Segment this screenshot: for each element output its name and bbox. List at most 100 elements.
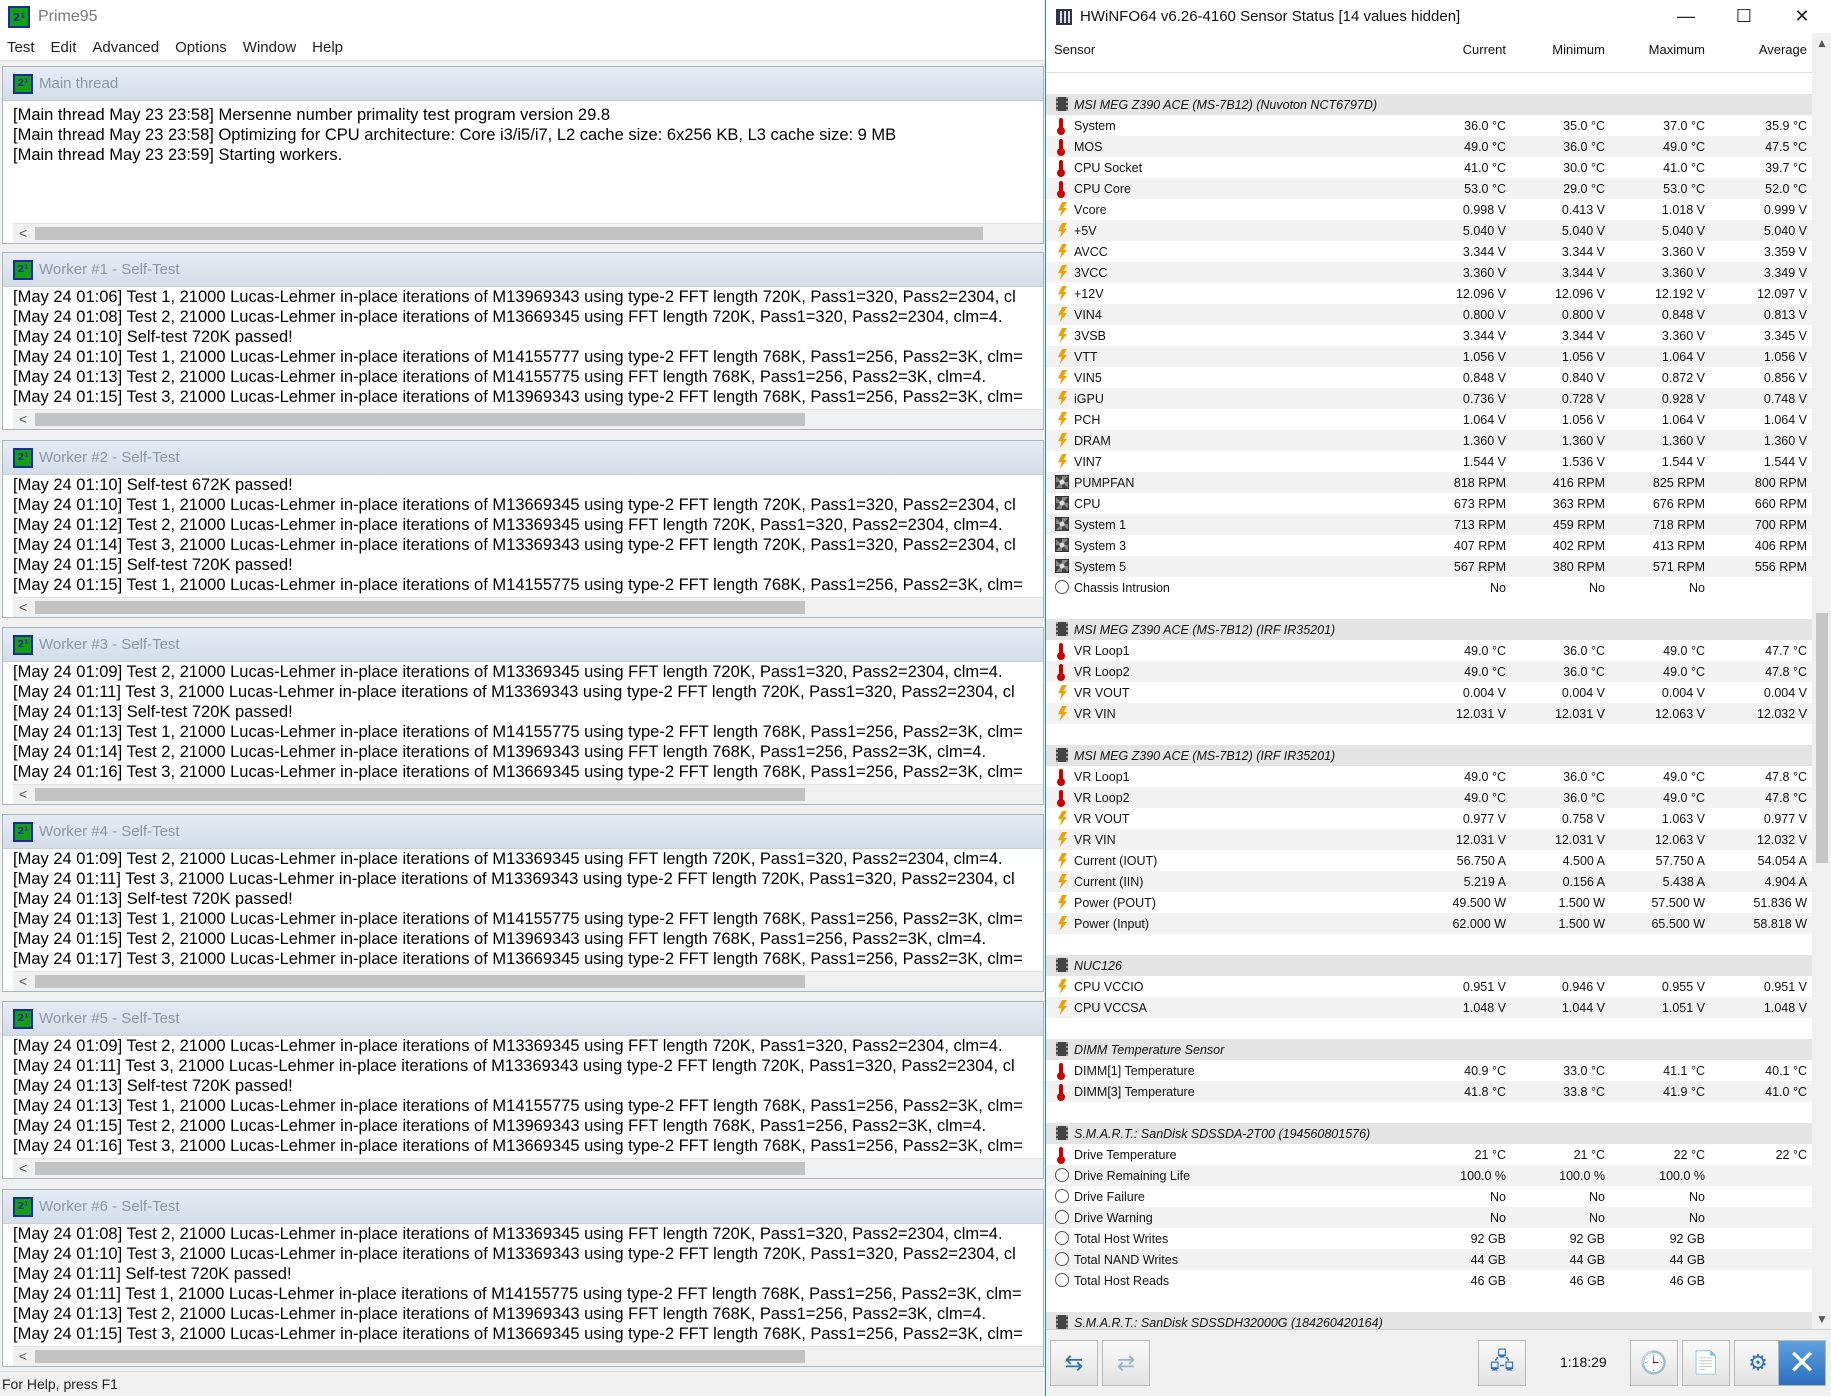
sensor-row[interactable]: CPU 673 RPM 363 RPM 676 RPM 660 RPM <box>1046 493 1812 514</box>
sensor-row[interactable]: VR Loop1 49.0 °C 36.0 °C 49.0 °C 47.7 °C <box>1046 640 1812 661</box>
scrollbar-thumb[interactable] <box>35 227 983 240</box>
sensor-row[interactable]: VR VOUT 0.977 V 0.758 V 1.063 V 0.977 V <box>1046 808 1812 829</box>
scrollbar-thumb[interactable] <box>1816 613 1828 863</box>
sensor-row[interactable]: +12V 12.096 V 12.096 V 12.192 V 12.097 V <box>1046 283 1812 304</box>
sensor-row[interactable]: VR Loop2 49.0 °C 36.0 °C 49.0 °C 47.8 °C <box>1046 787 1812 808</box>
scroll-left-arrow-icon[interactable]: < <box>13 972 33 991</box>
column-current[interactable]: Current <box>1463 42 1506 57</box>
sensor-row[interactable]: Power (Input) 62.000 W 1.500 W 65.500 W 58.8… <box>1046 913 1812 934</box>
sensor-row[interactable]: VIN5 0.848 V 0.840 V 0.872 V 0.856 V <box>1046 367 1812 388</box>
clock-button[interactable]: 🕒 <box>1630 1340 1678 1386</box>
menu-options[interactable]: Options <box>167 39 235 56</box>
menu-test[interactable]: Test <box>0 39 43 56</box>
sensor-row[interactable]: VR VIN 12.031 V 12.031 V 12.063 V 12.032 V <box>1046 829 1812 850</box>
scrollbar-thumb[interactable] <box>35 1350 805 1363</box>
sensor-row[interactable]: Chassis Intrusion No No No <box>1046 577 1812 598</box>
horizontal-scrollbar[interactable]: < <box>13 597 1043 617</box>
column-sensor[interactable]: Sensor <box>1054 42 1095 57</box>
sensor-group-header[interactable]: S.M.A.R.T.: SanDisk SDSSDA-2T00 (1945608… <box>1046 1123 1812 1144</box>
scrollbar-thumb[interactable] <box>35 413 805 426</box>
worker-window[interactable]: 2¹ Worker #4 - Self-Test [May 24 01:09] Te… <box>2 814 1044 992</box>
hwinfo-titlebar[interactable]: HWiNFO64 v6.26-4160 Sensor Status [14 va… <box>1046 0 1831 33</box>
report-button[interactable]: 📄 <box>1682 1340 1730 1386</box>
sensor-row[interactable]: System 3 407 RPM 402 RPM 413 RPM 406 RPM <box>1046 535 1812 556</box>
sensor-row[interactable]: Total NAND Writes 44 GB 44 GB 44 GB <box>1046 1249 1812 1270</box>
scroll-up-arrow-icon[interactable]: ▲ <box>1812 33 1831 53</box>
sensor-row[interactable]: System 5 567 RPM 380 RPM 571 RPM 556 RPM <box>1046 556 1812 577</box>
sensor-row[interactable]: CPU Core 53.0 °C 29.0 °C 53.0 °C 52.0 °C <box>1046 178 1812 199</box>
minimize-button[interactable]: — <box>1657 0 1715 33</box>
sensor-row[interactable]: VR VOUT 0.004 V 0.004 V 0.004 V 0.004 V <box>1046 682 1812 703</box>
log-text-area[interactable]: [May 24 01:06] Test 1, 21000 Lucas-Lehme… <box>13 287 1043 407</box>
sensor-row[interactable]: CPU VCCIO 0.951 V 0.946 V 0.955 V 0.951 V <box>1046 976 1812 997</box>
sensor-row[interactable]: VR VIN 12.031 V 12.031 V 12.063 V 12.032 V <box>1046 703 1812 724</box>
scroll-left-arrow-icon[interactable]: < <box>13 410 33 429</box>
log-text-area[interactable]: [May 24 01:08] Test 2, 21000 Lucas-Lehme… <box>13 1224 1043 1344</box>
close-button[interactable]: ✕ <box>1773 0 1831 33</box>
sensor-row[interactable]: 3VCC 3.360 V 3.344 V 3.360 V 3.349 V <box>1046 262 1812 283</box>
sensor-row[interactable]: VR Loop2 49.0 °C 36.0 °C 49.0 °C 47.8 °C <box>1046 661 1812 682</box>
sensor-row[interactable]: Vcore 0.998 V 0.413 V 1.018 V 0.999 V <box>1046 199 1812 220</box>
horizontal-scrollbar[interactable]: < <box>13 223 1043 243</box>
sensor-row[interactable]: 3VSB 3.344 V 3.344 V 3.360 V 3.345 V <box>1046 325 1812 346</box>
sensor-row[interactable]: Drive Remaining Life 100.0 % 100.0 % 100.0 … <box>1046 1165 1812 1186</box>
scrollbar-thumb[interactable] <box>35 975 805 988</box>
horizontal-scrollbar[interactable]: < <box>13 1158 1043 1178</box>
sensor-row[interactable]: DIMM[3] Temperature 41.8 °C 33.8 °C 41.9 °C… <box>1046 1081 1812 1102</box>
sensor-group-header[interactable]: MSI MEG Z390 ACE (MS-7B12) (IRF IR35201) <box>1046 745 1812 766</box>
network-button[interactable]: 🖧 <box>1478 1340 1526 1386</box>
worker-window[interactable]: 2¹ Worker #3 - Self-Test [May 24 01:09] Te… <box>2 627 1044 805</box>
sensor-row[interactable]: PUMPFAN 818 RPM 416 RPM 825 RPM 800 RPM <box>1046 472 1812 493</box>
child-titlebar[interactable]: 2¹ Worker #1 - Self-Test <box>3 253 1043 287</box>
menu-edit[interactable]: Edit <box>43 39 85 56</box>
scroll-left-arrow-icon[interactable]: < <box>13 1347 33 1366</box>
worker-window[interactable]: 2¹ Worker #2 - Self-Test [May 24 01:10] Se… <box>2 440 1044 618</box>
worker-window[interactable]: 2¹ Worker #5 - Self-Test [May 24 01:09] Te… <box>2 1001 1044 1179</box>
sensor-row[interactable]: CPU VCCSA 1.048 V 1.044 V 1.051 V 1.048 V <box>1046 997 1812 1018</box>
sensor-row[interactable]: Drive Temperature 21 °C 21 °C 22 °C 22 °C <box>1046 1144 1812 1165</box>
prime95-titlebar[interactable]: 2¹ Prime95 <box>0 0 1046 34</box>
sensor-row[interactable]: CPU Socket 41.0 °C 30.0 °C 41.0 °C 39.7 °C <box>1046 157 1812 178</box>
scroll-left-arrow-icon[interactable]: < <box>13 785 33 804</box>
sensor-row[interactable]: Current (IOUT) 56.750 A 4.500 A 57.750 A 54.… <box>1046 850 1812 871</box>
sensor-group-header[interactable]: DIMM Temperature Sensor <box>1046 1039 1812 1060</box>
menu-help[interactable]: Help <box>304 39 351 56</box>
sensor-group-header[interactable]: MSI MEG Z390 ACE (MS-7B12) (IRF IR35201) <box>1046 619 1812 640</box>
column-average[interactable]: Average <box>1759 42 1807 57</box>
column-maximum[interactable]: Maximum <box>1649 42 1705 57</box>
sensor-vertical-scrollbar[interactable]: ▲ ▼ <box>1812 33 1831 1329</box>
log-text-area[interactable]: [Main thread May 23 23:58] Mersenne numb… <box>13 105 1043 165</box>
horizontal-scrollbar[interactable]: < <box>13 971 1043 991</box>
sensor-row[interactable]: MOS 49.0 °C 36.0 °C 49.0 °C 47.5 °C <box>1046 136 1812 157</box>
scroll-left-arrow-icon[interactable]: < <box>13 1159 33 1178</box>
settings-button[interactable]: ⚙ <box>1734 1340 1782 1386</box>
sensor-row[interactable]: DIMM[1] Temperature 40.9 °C 33.0 °C 41.1 °C… <box>1046 1060 1812 1081</box>
horizontal-scrollbar[interactable]: < <box>13 409 1043 429</box>
child-titlebar[interactable]: 2¹ Worker #4 - Self-Test <box>3 815 1043 849</box>
worker-window[interactable]: 2¹ Worker #6 - Self-Test [May 24 01:08] Te… <box>2 1189 1044 1367</box>
menu-window[interactable]: Window <box>235 39 304 56</box>
main-thread-window[interactable]: 2¹ Main thread [Main thread May 23 23:58] … <box>2 66 1044 244</box>
horizontal-scrollbar[interactable]: < <box>13 1346 1043 1366</box>
sensor-row[interactable]: Power (POUT) 49.500 W 1.500 W 57.500 W 51.83… <box>1046 892 1812 913</box>
sensor-row[interactable]: System 1 713 RPM 459 RPM 718 RPM 700 RPM <box>1046 514 1812 535</box>
child-titlebar[interactable]: 2¹ Worker #2 - Self-Test <box>3 441 1043 475</box>
sensor-row[interactable]: VTT 1.056 V 1.056 V 1.064 V 1.056 V <box>1046 346 1812 367</box>
scrollbar-thumb[interactable] <box>35 788 805 801</box>
sensor-row[interactable]: VR Loop1 49.0 °C 36.0 °C 49.0 °C 47.8 °C <box>1046 766 1812 787</box>
log-text-area[interactable]: [May 24 01:10] Self-test 672K passed! [Ma… <box>13 475 1043 595</box>
sensor-row[interactable]: VIN7 1.544 V 1.536 V 1.544 V 1.544 V <box>1046 451 1812 472</box>
child-titlebar[interactable]: 2¹ Worker #5 - Self-Test <box>3 1002 1043 1036</box>
log-text-area[interactable]: [May 24 01:09] Test 2, 21000 Lucas-Lehme… <box>13 662 1043 782</box>
maximize-button[interactable]: ☐ <box>1715 0 1773 33</box>
child-titlebar[interactable]: 2¹ Main thread <box>3 67 1043 101</box>
sensor-row[interactable]: Drive Failure No No No <box>1046 1186 1812 1207</box>
column-minimum[interactable]: Minimum <box>1552 42 1605 57</box>
sensor-row[interactable]: +5V 5.040 V 5.040 V 5.040 V 5.040 V <box>1046 220 1812 241</box>
sensor-row[interactable]: PCH 1.064 V 1.056 V 1.064 V 1.064 V <box>1046 409 1812 430</box>
nav-arrows-button[interactable]: ⇆ <box>1050 1340 1098 1386</box>
sensor-row[interactable]: System 36.0 °C 35.0 °C 37.0 °C 35.9 °C <box>1046 115 1812 136</box>
child-titlebar[interactable]: 2¹ Worker #6 - Self-Test <box>3 1190 1043 1224</box>
scrollbar-thumb[interactable] <box>35 601 805 614</box>
sensor-row[interactable]: Drive Warning No No No <box>1046 1207 1812 1228</box>
